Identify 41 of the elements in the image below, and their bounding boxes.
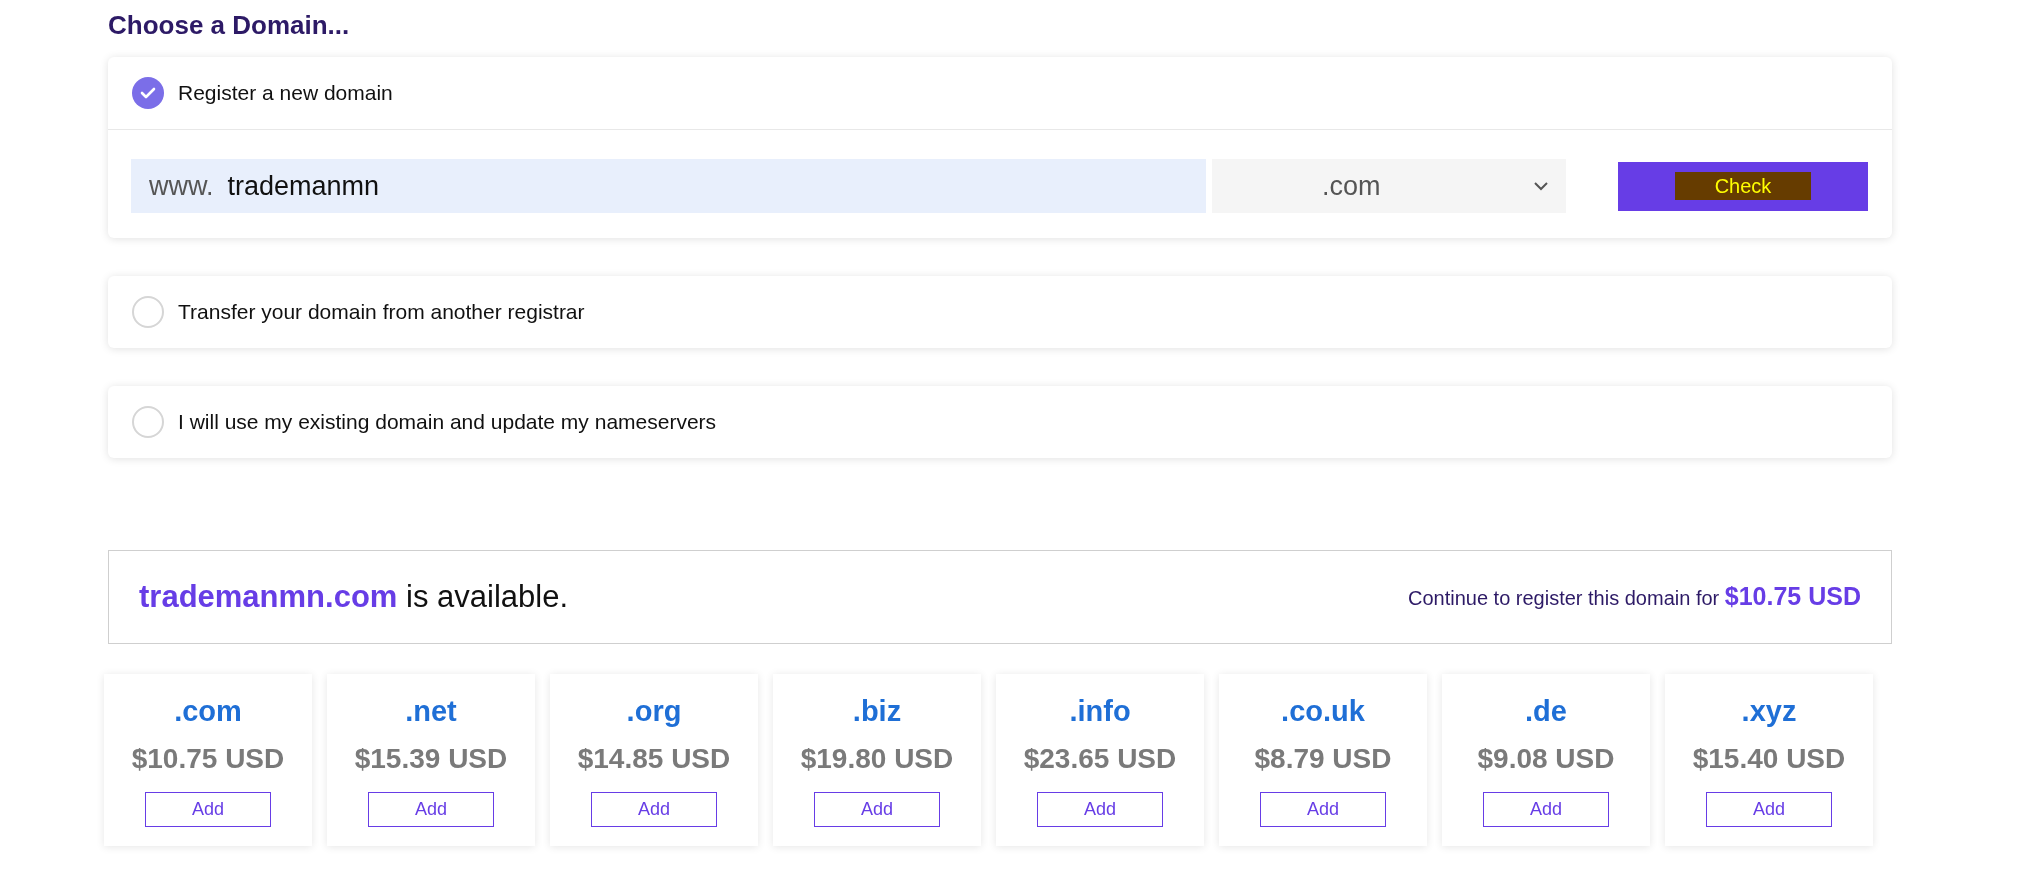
tld-name: .co.uk [1281,694,1365,729]
domain-input-field[interactable]: www. trademanmn [131,159,1206,213]
www-prefix: www. [149,169,214,203]
section-heading: Choose a Domain... [108,9,351,42]
tld-name: .com [174,694,242,729]
tld-price: $23.65 USD [1023,741,1177,776]
tld-value: .com [1322,169,1381,203]
add-button[interactable]: Add [368,791,494,827]
tld-name: .de [1525,694,1567,729]
tld-price: $14.85 USD [577,741,731,776]
tld-price: $8.79 USD [1254,741,1392,776]
add-button[interactable]: Add [814,791,940,827]
add-button[interactable]: Add [1037,791,1163,827]
tld-price: $19.80 USD [800,741,954,776]
tld-name: .xyz [1741,694,1797,729]
add-button[interactable]: Add [1706,791,1832,827]
tld-price: $15.39 USD [354,741,508,776]
add-button[interactable]: Add [591,791,717,827]
tld-price: $9.08 USD [1477,741,1615,776]
tld-name: .biz [852,694,902,729]
add-button[interactable]: Add [145,791,271,827]
register-price-message: Continue to register this domain for $10.75 USD [1407,581,1861,613]
tld-name: .info [1069,694,1131,729]
checkmark-icon [140,87,156,99]
tld-select[interactable]: .com [1212,159,1566,213]
radio-button[interactable] [132,77,164,109]
option-label[interactable]: Transfer your domain from another registrar [178,296,585,328]
tld-name: .net [405,694,457,729]
availability-message: trademanmn.com is available. [139,577,568,616]
add-button[interactable]: Add [1483,791,1609,827]
check-button[interactable]: Check [1618,161,1868,211]
add-button[interactable]: Add [1260,791,1386,827]
radio-button[interactable] [132,296,164,328]
chevron-down-icon [1534,181,1548,191]
tld-price: $10.75 USD [131,741,285,776]
option-label[interactable]: Register a new domain [178,77,393,109]
tld-price: $15.40 USD [1692,741,1846,776]
tld-name: .org [626,694,682,729]
radio-button[interactable] [132,406,164,438]
domain-value: trademanmn [227,169,380,203]
option-label[interactable]: I will use my existing domain and update my nameservers [178,406,717,438]
